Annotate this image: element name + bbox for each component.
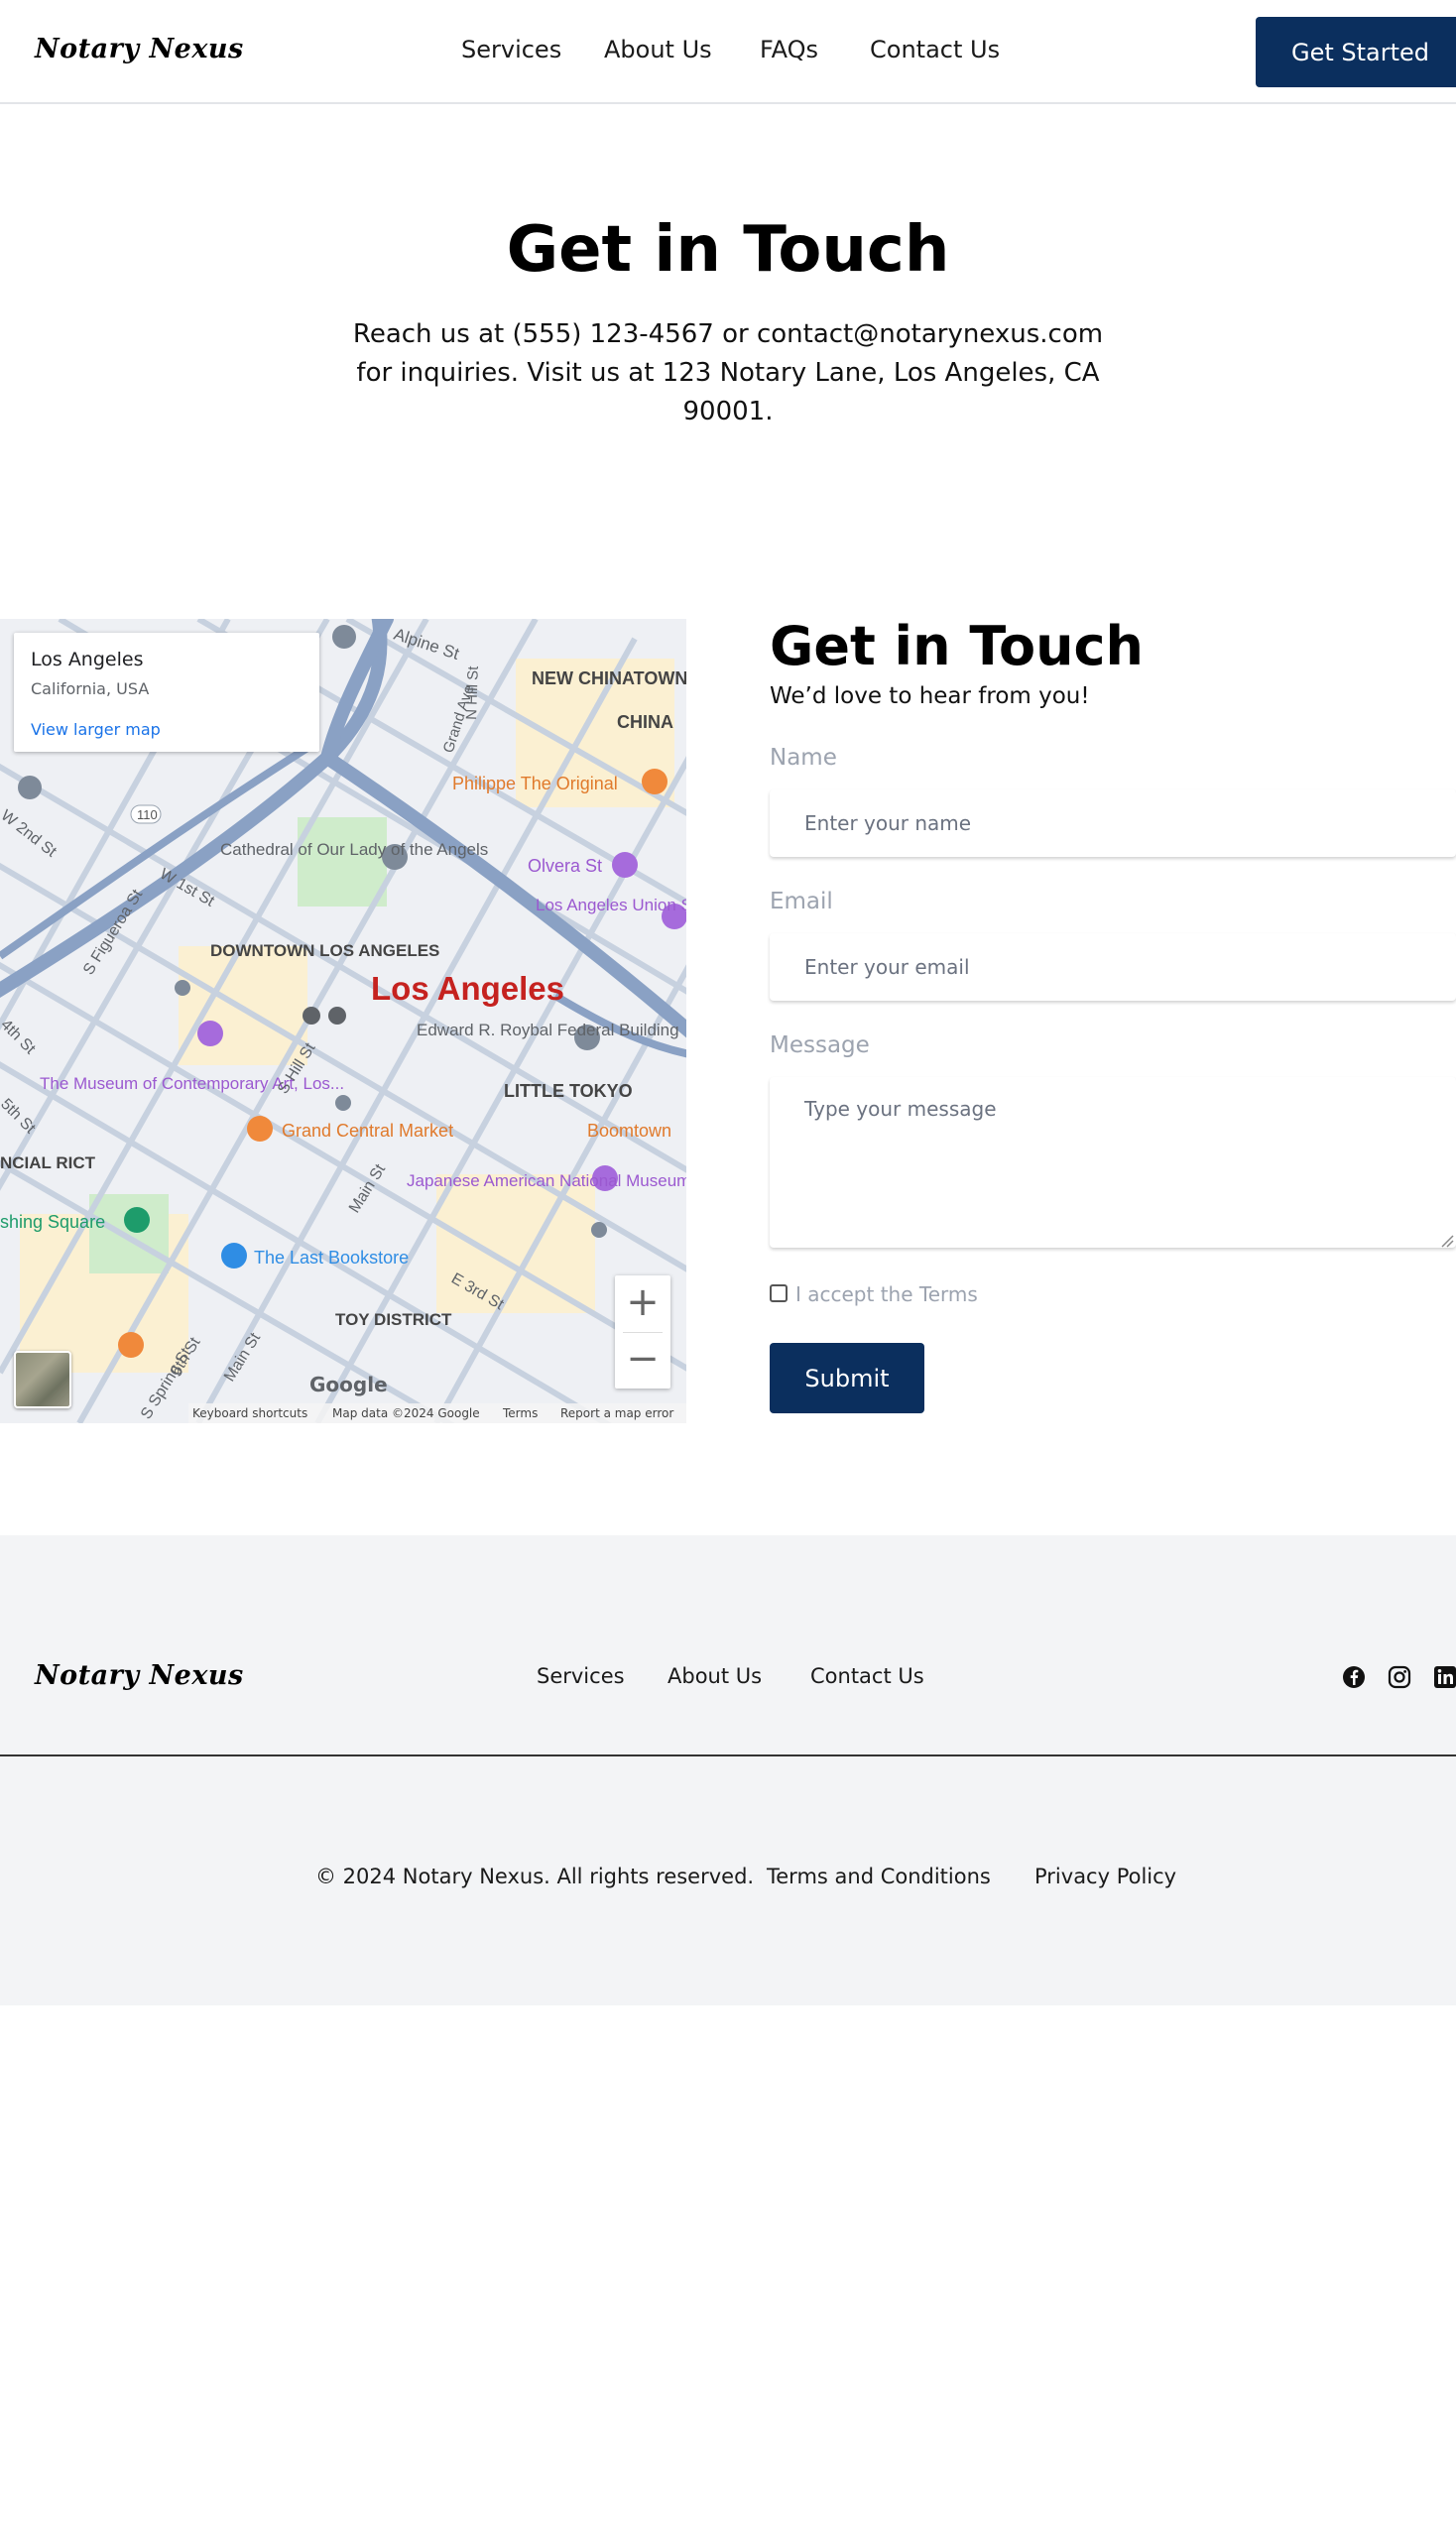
satellite-toggle[interactable] [14, 1351, 71, 1408]
copyright-text: © 2024 Notary Nexus. All rights reserved… [315, 1865, 755, 1888]
report-map-error-link[interactable]: Report a map error [560, 1403, 673, 1423]
map-label-pershing: shing Square [0, 1212, 105, 1232]
map-attribution-bar: Keyboard shortcuts Map data ©2024 Google… [188, 1403, 686, 1423]
zoom-divider [623, 1332, 663, 1333]
map-label-grand-central: Grand Central Market [282, 1121, 453, 1141]
map-label-little-tokyo: LITTLE TOKYO [504, 1081, 633, 1101]
footer-logo[interactable]: Notary Nexus [35, 1660, 244, 1691]
keyboard-shortcuts-link[interactable]: Keyboard shortcuts [192, 1403, 307, 1423]
map-label-toy-district: TOY DISTRICT [335, 1310, 452, 1329]
nav-services[interactable]: Services [461, 36, 561, 63]
map-label-financial: NCIAL RICT [0, 1153, 96, 1172]
brand-logo[interactable]: Notary Nexus [35, 34, 244, 64]
nav-faqs[interactable]: FAQs [760, 36, 818, 63]
map-label-city: Los Angeles [371, 970, 564, 1007]
view-larger-map-link[interactable]: View larger map [31, 720, 161, 739]
form-title: Get in Touch [770, 615, 1144, 677]
terms-checkbox[interactable] [770, 1284, 788, 1302]
google-logo: Google [309, 1373, 388, 1396]
map-label-cathedral: Cathedral of Our Lady of the Angels [220, 840, 488, 859]
footer-nav-services[interactable]: Services [537, 1664, 625, 1688]
nav-contact-us[interactable]: Contact Us [870, 36, 1000, 63]
resize-grip-icon[interactable] [1440, 1234, 1454, 1248]
name-input[interactable] [770, 789, 1456, 857]
map-label-boomtown: Boomtown [587, 1121, 671, 1141]
instagram-icon[interactable] [1387, 1664, 1412, 1690]
site-footer: Notary Nexus Services About Us Contact U… [0, 1535, 1456, 2005]
map-terms-link[interactable]: Terms [503, 1403, 538, 1423]
map-label-new-chinatown: NEW CHINATOWN [532, 668, 686, 688]
embedded-map[interactable]: Alpine St N Hill St Grand Ave NEW CHINAT… [0, 619, 686, 1423]
form-subtitle: We’d love to hear from you! [770, 683, 1090, 709]
email-input[interactable] [770, 933, 1456, 1001]
name-label: Name [770, 745, 837, 771]
linkedin-icon[interactable] [1432, 1664, 1456, 1690]
map-label-chinatown: CHINA [617, 712, 673, 732]
map-zoom-control: + − [615, 1275, 670, 1389]
map-label-hwy: 110 [137, 807, 158, 822]
terms-label[interactable]: I accept the Terms [795, 1282, 978, 1306]
nav-about-us[interactable]: About Us [604, 36, 712, 63]
site-header: Notary Nexus Services About Us FAQs Cont… [0, 0, 1456, 104]
map-label-olvera: Olvera St [528, 856, 602, 876]
footer-nav-contact-us[interactable]: Contact Us [810, 1664, 924, 1688]
map-label-union-station: Los Angeles Union Station [536, 896, 686, 914]
map-card-subtitle: California, USA [31, 679, 150, 698]
map-label-bookstore: The Last Bookstore [254, 1248, 409, 1268]
map-label-japanese-museum: Japanese American National Museum [407, 1171, 686, 1190]
footer-nav-about-us[interactable]: About Us [667, 1664, 762, 1688]
message-textarea[interactable] [770, 1077, 1456, 1248]
terms-and-conditions-link[interactable]: Terms and Conditions [767, 1865, 991, 1888]
map-label-roybal: Edward R. Roybal Federal Building [417, 1021, 679, 1039]
map-place-card: Los Angeles California, USA View larger … [14, 633, 319, 752]
message-label: Message [770, 1032, 870, 1058]
map-label-downtown: DOWNTOWN LOS ANGELES [210, 941, 439, 960]
get-started-button[interactable]: Get Started [1256, 17, 1456, 87]
hero-title: Get in Touch [506, 213, 950, 287]
map-label-philippe: Philippe The Original [452, 774, 618, 793]
submit-button[interactable]: Submit [770, 1343, 924, 1413]
hero-contact-text: Reach us at (555) 123-4567 or contact@no… [352, 319, 1104, 426]
facebook-icon[interactable] [1341, 1664, 1367, 1690]
email-label: Email [770, 889, 833, 914]
privacy-policy-link[interactable]: Privacy Policy [1034, 1865, 1176, 1888]
map-card-title: Los Angeles [31, 649, 144, 670]
map-data-text: Map data ©2024 Google [332, 1406, 480, 1420]
footer-divider [0, 1754, 1456, 1756]
zoom-in-button[interactable]: + [615, 1275, 670, 1332]
zoom-out-button[interactable]: − [615, 1332, 670, 1389]
